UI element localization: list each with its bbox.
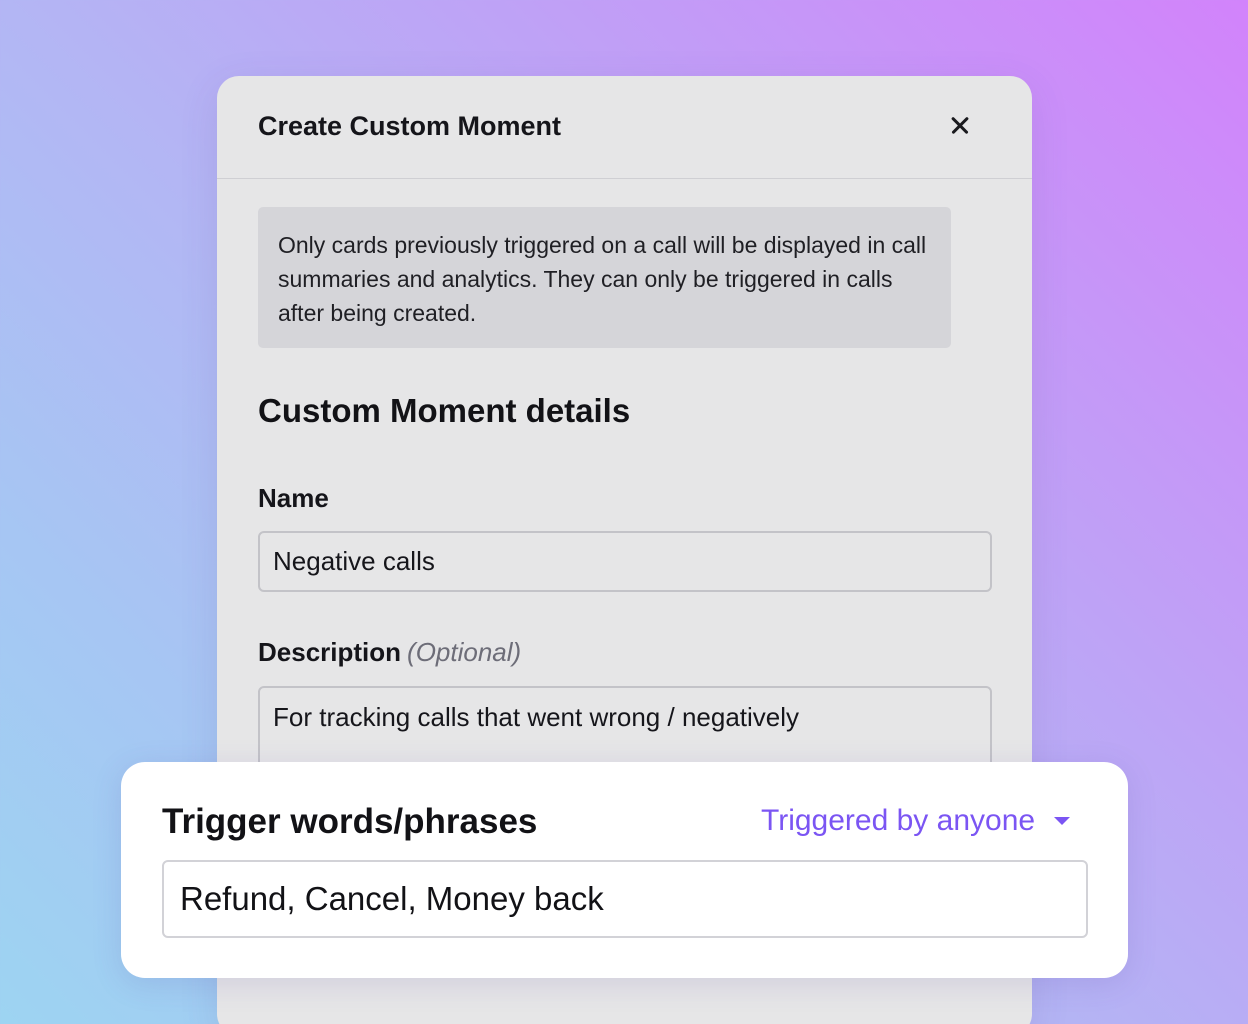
name-input[interactable]: Negative calls	[258, 531, 992, 592]
info-notice: Only cards previously triggered on a cal…	[258, 207, 951, 348]
name-label-text: Name	[258, 483, 329, 513]
trigger-words-input[interactable]: Refund, Cancel, Money back	[162, 860, 1088, 938]
section-title: Custom Moment details	[258, 392, 631, 429]
modal-title: Create Custom Moment	[258, 111, 562, 141]
triggered-by-value: Triggered by anyone	[761, 804, 1036, 837]
modal-header: Create Custom Moment	[217, 76, 1032, 179]
optional-hint: (Optional)	[407, 637, 522, 667]
chevron-down-icon	[1054, 817, 1071, 825]
trigger-words-card: Trigger words/phrases Triggered by anyon…	[121, 762, 1128, 978]
name-label: Name	[258, 483, 329, 514]
triggered-by-dropdown[interactable]: Triggered by anyone	[761, 804, 1071, 838]
trigger-words-title: Trigger words/phrases	[162, 802, 538, 841]
description-label: Description (Optional)	[258, 637, 521, 668]
close-icon[interactable]	[945, 110, 975, 140]
description-label-text: Description	[258, 637, 402, 667]
